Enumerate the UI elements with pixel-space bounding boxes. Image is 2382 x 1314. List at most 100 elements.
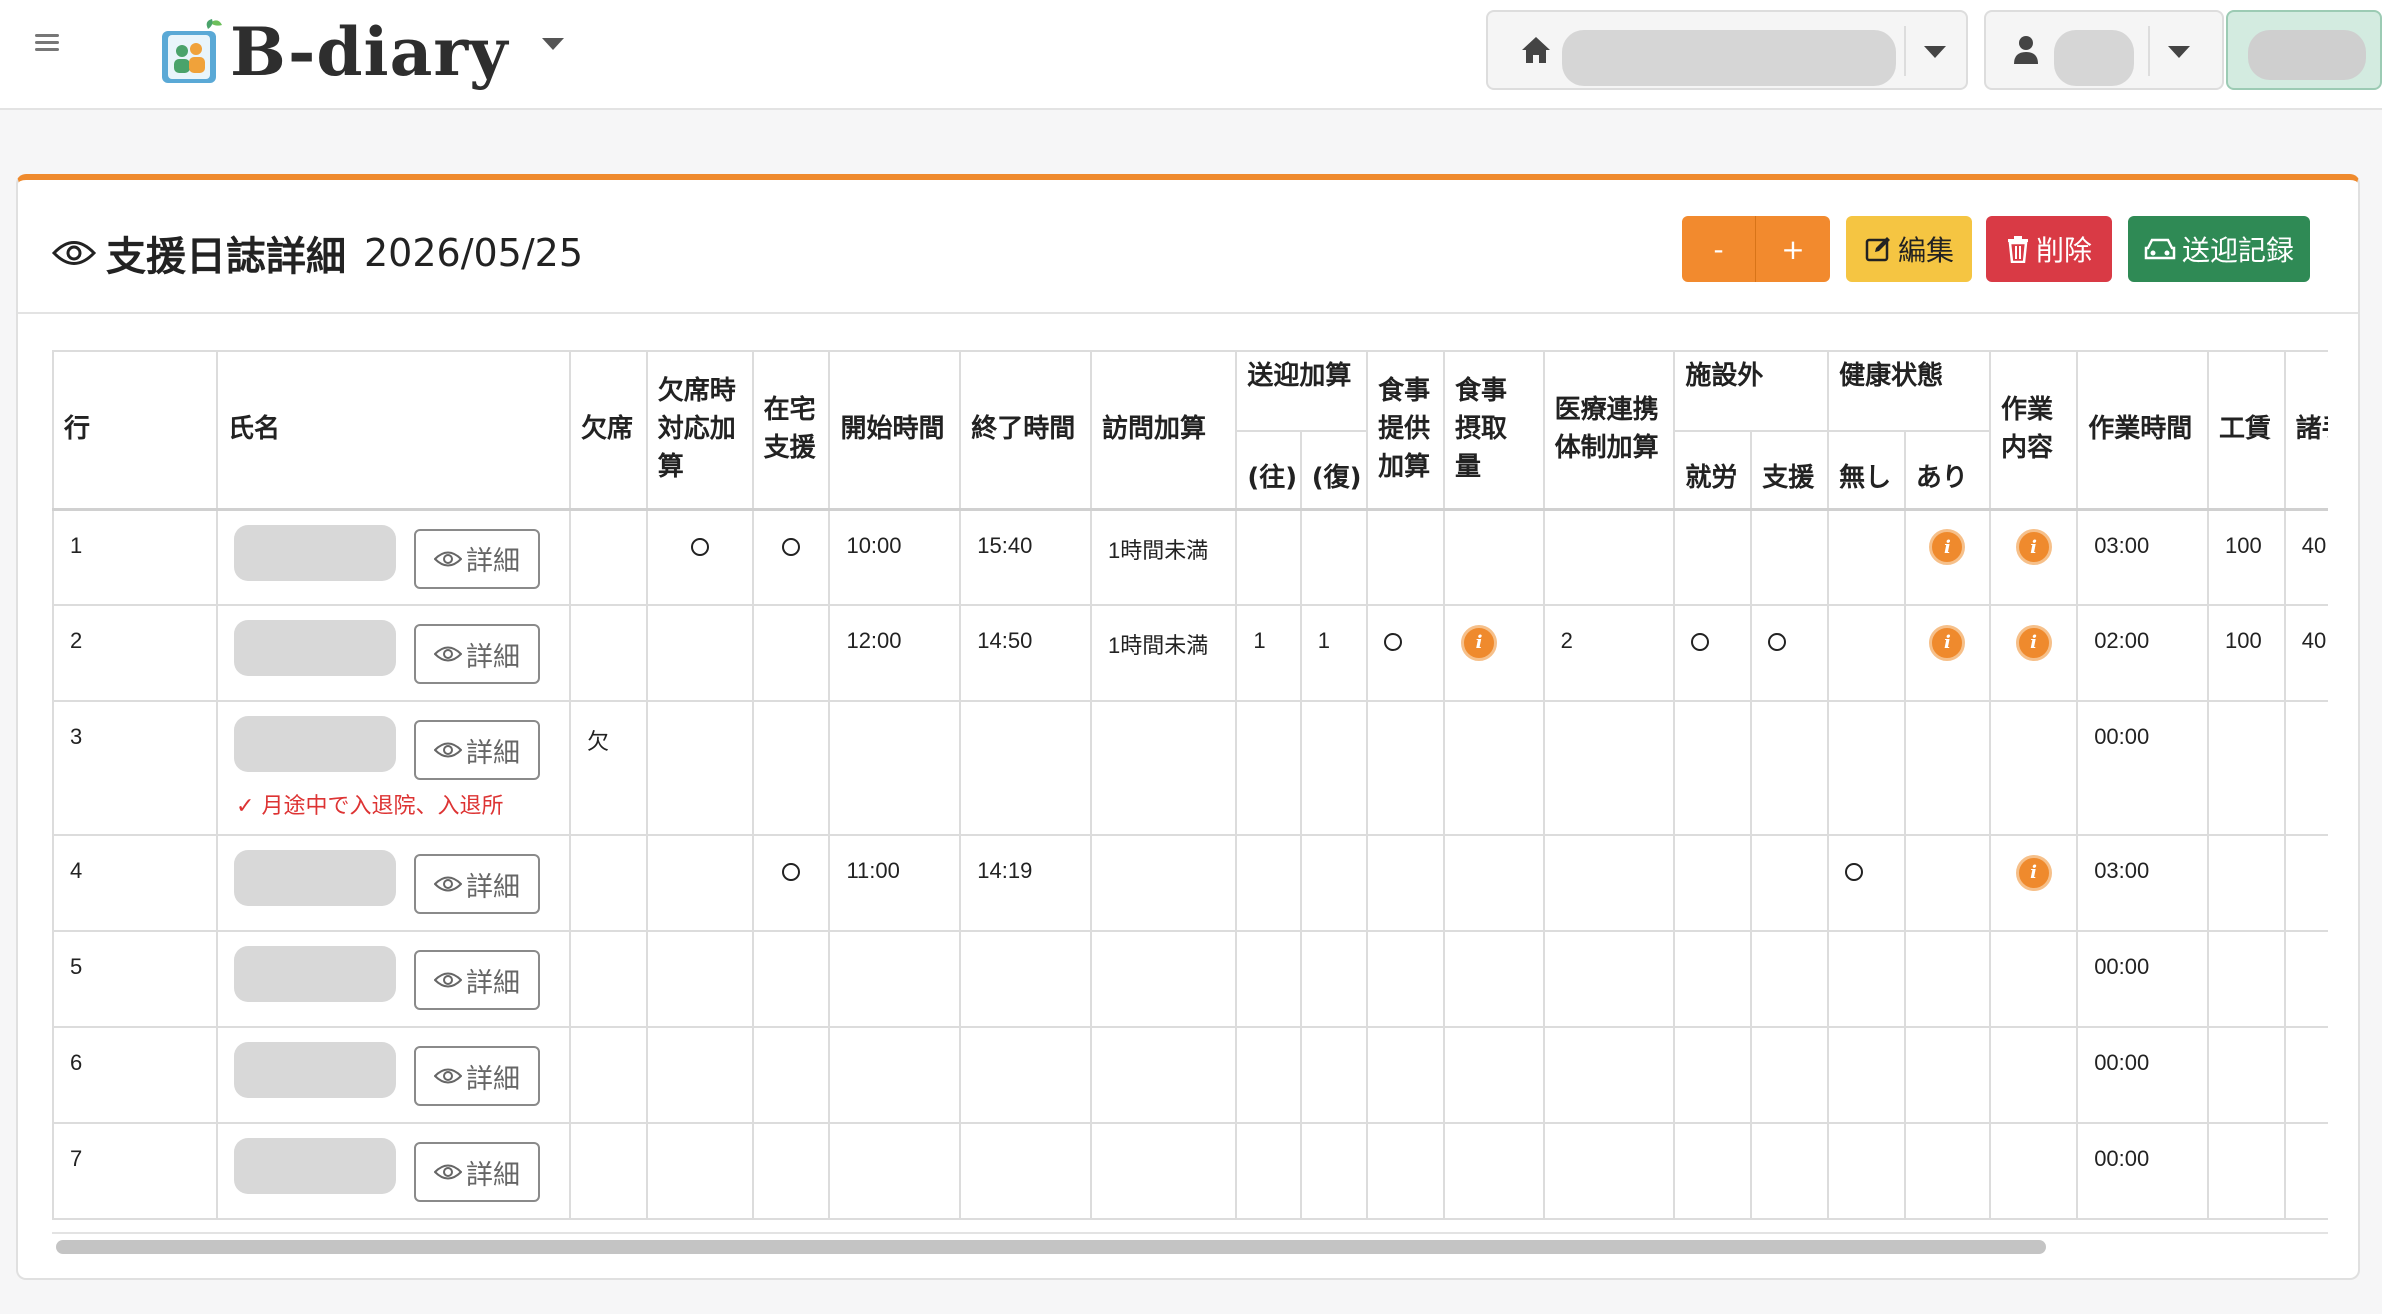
cell-row-no: 6: [52, 1026, 219, 1124]
cell-medical: [1542, 1026, 1676, 1124]
cell-name: 詳細 ✓: [216, 604, 571, 702]
edit-button[interactable]: 編集: [1846, 216, 1972, 282]
cell-medical: [1542, 834, 1676, 932]
user-selector[interactable]: [1984, 10, 2224, 90]
detail-button-label: 詳細: [466, 871, 521, 903]
person-name-redacted: [234, 620, 397, 676]
header-medical: 医療連携体制加算: [1542, 350, 1676, 510]
cell-outside-work: [1673, 508, 1753, 606]
logo-text: B-diary: [230, 13, 509, 91]
cell-outside-work: [1673, 1026, 1753, 1124]
header-transport-out: (往): [1235, 430, 1302, 510]
horizontal-scrollbar[interactable]: [52, 1232, 2328, 1258]
cell-absent-support: [645, 834, 754, 932]
person-name-redacted: [234, 716, 397, 772]
eye-icon: [434, 742, 463, 758]
delete-button[interactable]: 削除: [1986, 216, 2112, 282]
cell-home-support: [751, 834, 831, 932]
trash-icon: [2007, 236, 2028, 263]
detail-button[interactable]: 詳細: [414, 854, 541, 914]
cell-absent-support: [645, 1122, 754, 1220]
info-icon[interactable]: i: [2015, 854, 2052, 891]
transport-record-button[interactable]: 送迎記録: [2128, 216, 2310, 282]
account-action-button[interactable]: [2226, 10, 2382, 90]
cell-transport-back: 1: [1299, 604, 1369, 702]
cell-wage: [2206, 930, 2286, 1028]
cell-work-time: 00:00: [2076, 930, 2209, 1028]
cell-outside-support: [1750, 700, 1830, 836]
cell-visit: [1090, 834, 1238, 932]
hamburger-icon[interactable]: [32, 30, 62, 58]
brand-logo[interactable]: B-diary: [158, 12, 509, 92]
cell-absent: 欠: [568, 700, 648, 836]
cell-home-support: [751, 700, 831, 836]
detail-button[interactable]: 詳細: [414, 1046, 541, 1106]
detail-button[interactable]: 詳細: [414, 720, 541, 780]
cell-home-support: [751, 1026, 831, 1124]
cell-work-content: [1988, 700, 2079, 836]
info-icon[interactable]: i: [2015, 529, 2052, 565]
person-name-redacted: [234, 524, 397, 581]
cell-outside-support: [1750, 930, 1830, 1028]
cell-work-content: i: [1988, 604, 2079, 702]
home-icon: [1522, 37, 1550, 63]
cell-work-time: 00:00: [2076, 1122, 2209, 1220]
cell-health-yes: i: [1903, 604, 1992, 702]
cell-allowance: [2283, 700, 2328, 836]
cell-wage: 100: [2206, 508, 2286, 606]
office-dropdown-caret[interactable]: [1924, 46, 1946, 58]
info-icon[interactable]: i: [1460, 624, 1497, 661]
table-row-1: 1 詳細 ✓ 10:00 15:40 1時間未満 i: [52, 508, 2328, 606]
header-meal-intake: 食事摂取量: [1442, 350, 1545, 510]
cell-health-yes: i: [1903, 508, 1992, 606]
header-home-support: 在宅支援: [751, 350, 831, 510]
page-title-group: 支援日誌詳細 2026/05/25: [52, 224, 583, 282]
detail-button[interactable]: 詳細: [414, 950, 541, 1010]
person-name-redacted: [234, 1138, 397, 1194]
cell-outside-support: [1750, 508, 1830, 606]
logo-mark-icon: [162, 19, 222, 83]
horizontal-scrollbar-thumb[interactable]: [56, 1240, 2046, 1254]
table-row-3: 3 詳細 ✓ 月途中で入退院、入退所 欠 00:00: [52, 700, 2328, 836]
check-icon: ✓: [236, 794, 262, 819]
header-outside-support: 支援: [1750, 430, 1830, 510]
detail-button[interactable]: 詳細: [414, 624, 541, 684]
cell-allowance: [2283, 834, 2328, 932]
detail-button[interactable]: 詳細: [414, 1142, 541, 1202]
user-dropdown-caret[interactable]: [2168, 46, 2190, 58]
cell-health-none: [1827, 700, 1906, 836]
circle-mark: [1384, 633, 1403, 652]
cell-work-content: [1988, 930, 2079, 1028]
header-transport: 送迎加算: [1235, 350, 1369, 432]
detail-button-label: 詳細: [466, 737, 521, 769]
cell-outside-support: [1750, 1122, 1830, 1220]
brand-dropdown-caret[interactable]: [542, 38, 564, 50]
top-navbar: B-diary: [0, 0, 2382, 110]
previous-day-button[interactable]: -: [1682, 216, 1756, 282]
cell-outside-work: [1673, 700, 1753, 836]
cell-absent: [568, 930, 648, 1028]
cell-medical: [1542, 700, 1676, 836]
next-day-button[interactable]: +: [1756, 216, 1830, 282]
detail-button[interactable]: 詳細: [414, 528, 541, 589]
header-work-time: 作業時間: [2076, 350, 2209, 510]
cell-row-no: 7: [52, 1122, 219, 1220]
office-selector[interactable]: [1486, 10, 1968, 90]
cell-work-time: 03:00: [2076, 508, 2209, 606]
cell-meal-intake: [1442, 1122, 1545, 1220]
cell-home-support: [751, 508, 831, 606]
cell-outside-support: [1750, 1026, 1830, 1124]
eye-icon: [434, 1164, 463, 1180]
cell-row-no: 5: [52, 930, 219, 1028]
cell-meal-provide: [1366, 930, 1445, 1028]
page-title: 支援日誌詳細: [106, 234, 346, 280]
detail-button-label: 詳細: [466, 1159, 521, 1191]
eye-icon: [434, 876, 463, 892]
info-icon[interactable]: i: [2015, 624, 2052, 661]
cell-start-time: 11:00: [828, 834, 962, 932]
cell-name: 詳細 ✓: [216, 834, 571, 932]
diary-table-scroll[interactable]: 行 氏名 欠席 欠席時対応加算 在宅支援 開始時間 終了時間 訪問加算 送迎加算…: [52, 350, 2328, 1230]
info-icon[interactable]: i: [1929, 529, 1966, 565]
info-icon[interactable]: i: [1929, 624, 1966, 661]
cell-health-none: [1827, 508, 1906, 606]
